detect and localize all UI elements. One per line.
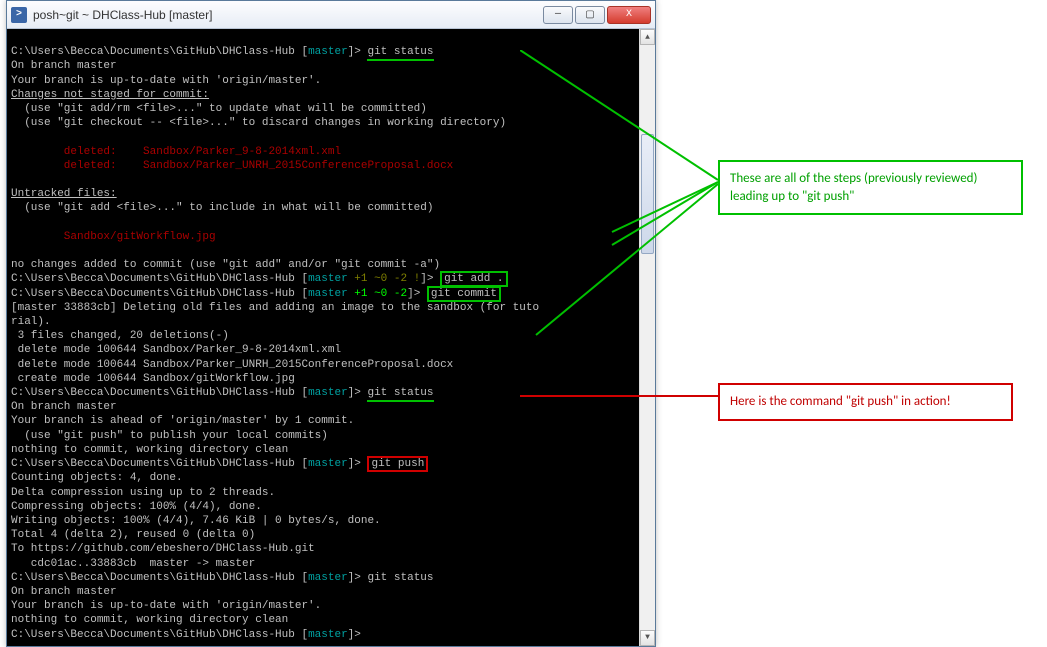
terminal-output[interactable]: C:\Users\Becca\Documents\GitHub\DHClass-… bbox=[7, 29, 655, 646]
git-status-cmd: git status bbox=[367, 46, 433, 61]
status-hint: (use "git add <file>..." to include in w… bbox=[11, 202, 433, 214]
branch-tag: master bbox=[308, 572, 348, 584]
prompt-gt: > bbox=[427, 273, 440, 285]
window-title: posh~git ~ DHClass-Hub [master] bbox=[33, 8, 541, 22]
scroll-up-button[interactable]: ▲ bbox=[640, 29, 655, 45]
maximize-button[interactable]: ▢ bbox=[575, 6, 605, 24]
push-output: Delta compression using up to 2 threads. bbox=[11, 487, 275, 499]
status-line: Your branch is up-to-date with 'origin/m… bbox=[11, 600, 321, 612]
prompt: C:\Users\Becca\Documents\GitHub\DHClass-… bbox=[11, 572, 308, 584]
terminal-window: > posh~git ~ DHClass-Hub [master] — ▢ X … bbox=[6, 0, 656, 647]
scroll-down-button[interactable]: ▼ bbox=[640, 630, 655, 646]
untracked-file: Sandbox/gitWorkflow.jpg bbox=[11, 231, 216, 243]
prompt: C:\Users\Becca\Documents\GitHub\DHClass-… bbox=[11, 46, 308, 58]
prompt-close: ] bbox=[348, 572, 355, 584]
minimize-button[interactable]: — bbox=[543, 6, 573, 24]
prompt-gt: > bbox=[354, 387, 367, 399]
branch-status: +1 ~0 -2 ! bbox=[348, 273, 421, 285]
push-output: To https://github.com/ebeshero/DHClass-H… bbox=[11, 543, 315, 555]
branch-tag: master bbox=[308, 387, 348, 399]
status-line: On branch master bbox=[11, 586, 117, 598]
untracked-heading: Untracked files: bbox=[11, 188, 117, 200]
commit-output: delete mode 100644 Sandbox/Parker_9-8-20… bbox=[11, 344, 341, 356]
status-hint: (use "git push" to publish your local co… bbox=[11, 430, 328, 442]
git-commit-cmd: git commit bbox=[427, 286, 501, 302]
prompt-close: ] bbox=[407, 288, 414, 300]
window-controls: — ▢ X bbox=[541, 6, 651, 24]
push-output: Writing objects: 100% (4/4), 7.46 KiB | … bbox=[11, 515, 381, 527]
commit-output: [master 33883cb] Deleting old files and … bbox=[11, 302, 539, 314]
branch-tag: master bbox=[308, 273, 348, 285]
status-line: Your branch is ahead of 'origin/master' … bbox=[11, 415, 354, 427]
prompt: C:\Users\Becca\Documents\GitHub\DHClass-… bbox=[11, 387, 308, 399]
push-output: Compressing objects: 100% (4/4), done. bbox=[11, 501, 262, 513]
prompt-gt: > bbox=[354, 572, 367, 584]
status-summary: no changes added to commit (use "git add… bbox=[11, 259, 440, 271]
close-button[interactable]: X bbox=[607, 6, 651, 24]
status-line: Your branch is up-to-date with 'origin/m… bbox=[11, 75, 321, 87]
branch-tag: master bbox=[308, 629, 348, 641]
branch-tag: master bbox=[308, 458, 348, 470]
git-status-cmd: git status bbox=[367, 387, 433, 402]
prompt: C:\Users\Becca\Documents\GitHub\DHClass-… bbox=[11, 629, 308, 641]
branch-tag: master bbox=[308, 46, 348, 58]
branch-status: +1 ~0 -2 bbox=[348, 288, 407, 300]
status-hint: (use "git checkout -- <file>..." to disc… bbox=[11, 117, 506, 129]
annotation-push: Here is the command "git push" in action… bbox=[718, 383, 1013, 421]
git-push-cmd: git push bbox=[367, 456, 428, 472]
push-output: Total 4 (delta 2), reused 0 (delta 0) bbox=[11, 529, 255, 541]
deleted-file: deleted: Sandbox/Parker_UNRH_2015Confere… bbox=[11, 160, 453, 172]
status-hint: (use "git add/rm <file>..." to update wh… bbox=[11, 103, 427, 115]
annotation-text: These are all of the steps (previously r… bbox=[730, 171, 977, 186]
status-line: nothing to commit, working directory cle… bbox=[11, 614, 288, 626]
prompt-close: ] bbox=[420, 273, 427, 285]
commit-output: rial). bbox=[11, 316, 51, 328]
prompt-gt: > bbox=[414, 288, 427, 300]
status-line: On branch master bbox=[11, 401, 117, 413]
changes-heading: Changes not staged for commit: bbox=[11, 89, 209, 101]
commit-output: delete mode 100644 Sandbox/Parker_UNRH_2… bbox=[11, 359, 453, 371]
annotation-steps: These are all of the steps (previously r… bbox=[718, 160, 1023, 215]
prompt: C:\Users\Becca\Documents\GitHub\DHClass-… bbox=[11, 458, 308, 470]
status-line: nothing to commit, working directory cle… bbox=[11, 444, 288, 456]
prompt-close: ] bbox=[348, 629, 355, 641]
prompt-gt: > bbox=[354, 458, 367, 470]
vertical-scrollbar[interactable]: ▲ ▼ bbox=[639, 29, 655, 646]
annotation-text: Here is the command "git push" in action… bbox=[730, 394, 951, 409]
push-output: cdc01ac..33883cb master -> master bbox=[11, 558, 255, 570]
annotation-text: leading up to "git push" bbox=[730, 189, 854, 204]
commit-output: 3 files changed, 20 deletions(-) bbox=[11, 330, 229, 342]
branch-tag: master bbox=[308, 288, 348, 300]
prompt-gt: > bbox=[354, 46, 367, 58]
git-status-cmd: git status bbox=[367, 572, 433, 584]
prompt-gt: > bbox=[354, 629, 367, 641]
commit-output: create mode 100644 Sandbox/gitWorkflow.j… bbox=[11, 373, 295, 385]
prompt: C:\Users\Becca\Documents\GitHub\DHClass-… bbox=[11, 273, 308, 285]
titlebar[interactable]: > posh~git ~ DHClass-Hub [master] — ▢ X bbox=[7, 1, 655, 29]
prompt: C:\Users\Becca\Documents\GitHub\DHClass-… bbox=[11, 288, 308, 300]
deleted-file: deleted: Sandbox/Parker_9-8-2014xml.xml bbox=[11, 146, 341, 158]
app-icon: > bbox=[11, 7, 27, 23]
scroll-thumb[interactable] bbox=[641, 134, 654, 254]
terminal-body-wrap: C:\Users\Becca\Documents\GitHub\DHClass-… bbox=[7, 29, 655, 646]
push-output: Counting objects: 4, done. bbox=[11, 472, 183, 484]
status-line: On branch master bbox=[11, 60, 117, 72]
